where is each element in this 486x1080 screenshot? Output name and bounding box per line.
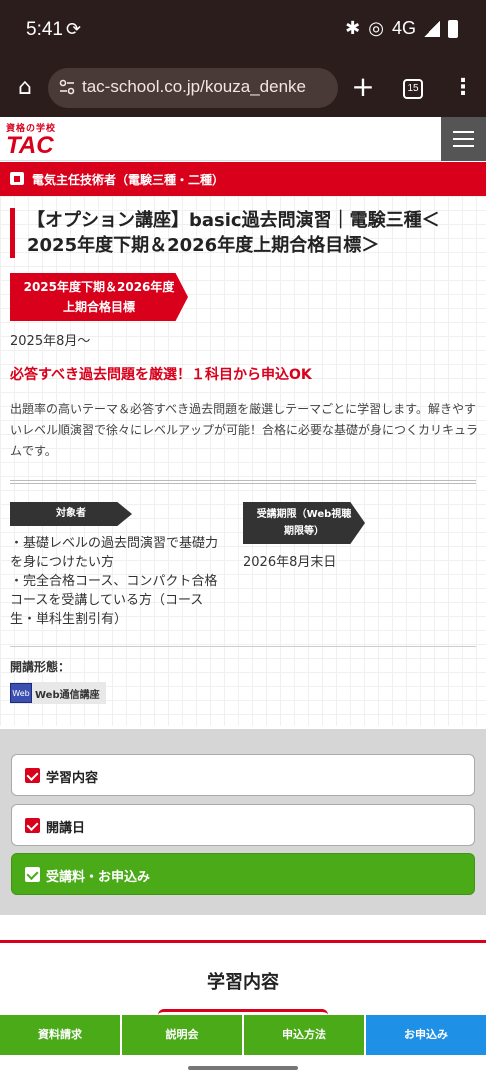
start-date: 2025年8月〜 xyxy=(10,334,91,349)
section-divider xyxy=(0,940,486,943)
web-course-label: Web通信講座 xyxy=(35,689,100,701)
battery-icon xyxy=(448,19,458,38)
sync-icon: ⟳ xyxy=(66,19,82,40)
site-settings-icon[interactable] xyxy=(58,78,76,96)
network-type: 4G xyxy=(391,18,416,38)
bluetooth-icon: ✱ xyxy=(345,18,361,38)
target-audience-text: ・基礎レベルの過去問演習で基礎力を身につけたい方 ・完全合格コース、コンパクト合… xyxy=(10,534,226,629)
hamburger-menu-button[interactable] xyxy=(441,117,486,161)
divider xyxy=(10,646,476,647)
clock: 5:41 xyxy=(26,19,63,40)
accordion-label: 開講日 xyxy=(46,821,86,836)
target-item: ・基礎レベルの過去問演習で基礎力を身につけたい方 xyxy=(10,536,219,570)
course-title: 【オプション講座】basic過去問演習｜電験三種＜2025年度下期＆2026年度… xyxy=(10,208,480,258)
accordion-fees-apply[interactable]: 受講料・お申込み xyxy=(11,853,475,895)
target-audience-tag: 対象者 xyxy=(10,502,132,526)
accordion-start-dates[interactable]: 開講日 xyxy=(11,804,475,846)
accordion-section: 学習内容 開講日 受講料・お申込み xyxy=(0,729,486,915)
web-course-badge: Web Web通信講座 xyxy=(10,682,106,704)
gesture-handle[interactable] xyxy=(188,1066,298,1070)
chevron-down-icon xyxy=(25,818,40,833)
chevron-down-icon xyxy=(25,867,40,882)
new-tab-icon[interactable]: + xyxy=(350,72,376,102)
section-title: 学習内容 xyxy=(207,972,279,993)
catch-copy: 必答すべき過去問題を厳選！１科目から申込OK xyxy=(10,367,312,383)
hotspot-icon: ◎ xyxy=(368,18,384,38)
category-label: 電気主任技術者（電験三種・二種） xyxy=(32,173,225,187)
status-icons: ✱ ◎ 4G xyxy=(345,18,458,39)
home-icon[interactable]: ⌂ xyxy=(12,75,38,101)
tab-switcher-button[interactable]: 15 xyxy=(403,79,423,99)
url-text: tac-school.co.jp/kouza_denke xyxy=(82,77,306,96)
chevron-down-icon xyxy=(25,768,40,783)
bottom-nav: 資料請求 説明会 申込方法 お申込み xyxy=(0,1015,486,1055)
course-description: 出題率の高いテーマ＆必答すべき過去問題を厳選しテーマごとに学習します。解きやすい… xyxy=(10,402,479,458)
info-session-button[interactable]: 説明会 xyxy=(122,1015,242,1055)
target-item: ・完全合格コース、コンパクト合格コースを受講している方（コース生・単科生割引有） xyxy=(10,574,218,627)
how-to-apply-button[interactable]: 申込方法 xyxy=(244,1015,364,1055)
viewing-period-tag: 受講期限（Web視聴 期限等） xyxy=(243,502,365,544)
category-bar[interactable]: 電気主任技術者（電験三種・二種） xyxy=(0,162,486,196)
home-category-icon xyxy=(10,172,24,185)
site-header: 資格の学校 TAC xyxy=(0,117,486,161)
tac-logo[interactable]: 資格の学校 TAC xyxy=(6,121,56,158)
divider xyxy=(10,480,476,484)
course-format-label: 開講形態： xyxy=(10,660,71,674)
ribbon-line-2: 上期合格目標 xyxy=(62,300,135,314)
period-tag-line-1: 受講期限（Web視聴 xyxy=(256,509,352,520)
address-bar[interactable]: tac-school.co.jp/kouza_denke xyxy=(48,68,338,108)
viewing-period-value: 2026年8月末日 xyxy=(243,555,337,570)
logo-text: TAC xyxy=(6,132,54,159)
accordion-study-content[interactable]: 学習内容 xyxy=(11,754,475,796)
menu-bar-icon xyxy=(453,145,474,147)
web-icon: Web xyxy=(10,683,32,703)
accordion-label: 学習内容 xyxy=(46,771,99,786)
status-bar: 5:41 ⟳ ✱ ◎ 4G xyxy=(0,0,486,60)
menu-bar-icon xyxy=(453,131,474,133)
period-tag-line-2: 期限等） xyxy=(284,526,324,537)
course-main: 【オプション講座】basic過去問演習｜電験三種＜2025年度下期＆2026年度… xyxy=(0,196,486,726)
apply-button[interactable]: お申込み xyxy=(366,1015,486,1055)
accordion-label: 受講料・お申込み xyxy=(46,870,151,885)
signal-icon xyxy=(424,20,440,37)
browser-toolbar: ⌂ tac-school.co.jp/kouza_denke + 15 ⋮ xyxy=(0,60,486,117)
request-brochure-button[interactable]: 資料請求 xyxy=(0,1015,120,1055)
ribbon-line-1: 2025年度下期＆2026年度 xyxy=(23,280,175,294)
target-exam-ribbon: 2025年度下期＆2026年度 上期合格目標 xyxy=(10,273,188,321)
more-menu-icon[interactable]: ⋮ xyxy=(452,76,474,102)
menu-bar-icon xyxy=(453,138,474,140)
